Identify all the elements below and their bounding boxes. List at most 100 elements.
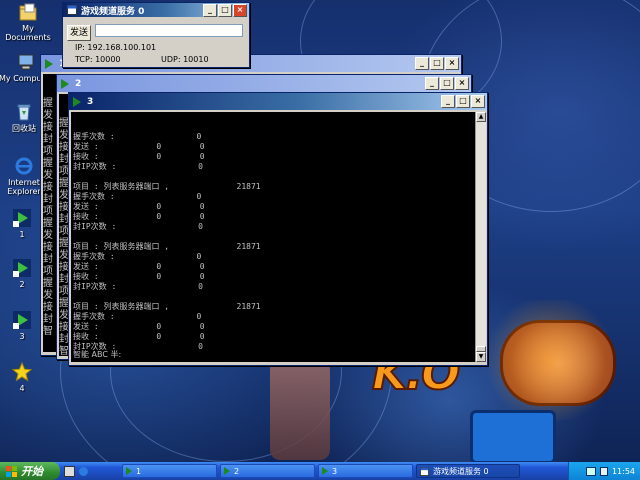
minimize-button[interactable]: _ (203, 3, 217, 17)
close-button[interactable]: × (455, 77, 469, 90)
maximize-button[interactable]: □ (456, 95, 470, 108)
console-line: 发送 : 0 0 (73, 322, 205, 331)
taskbar-item-label: 游戏频道服务 0 (433, 466, 489, 476)
start-label: 开始 (21, 465, 43, 478)
console-line: 项目 : 列表服务器端口 , 21871 (73, 302, 261, 311)
window-title: 3 (87, 96, 94, 107)
desktop-icon-my-documents[interactable]: My Documents (0, 2, 56, 42)
computer-icon (18, 54, 34, 70)
vertical-scrollbar[interactable]: ▲ ▼ (475, 112, 486, 362)
scroll-track[interactable] (476, 122, 486, 346)
wallpaper-starburst (470, 300, 630, 420)
volume-icon[interactable] (599, 466, 608, 476)
maximize-button[interactable]: □ (440, 77, 454, 90)
console-line: 项目 : 列表服务器端口 , 21871 (73, 182, 261, 191)
console-line-fragment: 智 (43, 326, 53, 337)
console-line-fragment: 接 (43, 122, 53, 133)
icon-label: 1 (19, 230, 25, 239)
taskbar-item-2[interactable]: 2 (220, 464, 315, 478)
app-play-icon (73, 96, 81, 107)
taskbar-item-3[interactable]: 3 (318, 464, 413, 478)
taskbar: 开始 1 2 3 游戏频道服务 0 11:54 (0, 462, 640, 480)
console-line: 封IP次数 : 0 (73, 162, 203, 171)
desktop: K.O My Documents My Computer 回收站 Interne… (0, 0, 640, 462)
icon-label: 4 (19, 384, 25, 393)
shortcut-play-icon (13, 259, 31, 277)
console-line-fragment: 接 (43, 242, 53, 253)
windows-logo-icon (6, 465, 17, 477)
icon-label: 2 (19, 280, 25, 289)
app-play-icon (322, 467, 328, 475)
console-line: 接收 : 0 0 (73, 212, 205, 221)
app-play-icon (126, 467, 132, 475)
internet-explorer-icon[interactable] (79, 466, 88, 476)
show-desktop-icon[interactable] (64, 465, 75, 477)
console-line: 接收 : 0 0 (73, 152, 205, 161)
internet-explorer-icon (15, 157, 33, 175)
ime-status-line: 智能 ABC 半: (73, 350, 122, 359)
network-icon[interactable] (585, 466, 596, 476)
console-output: 握手次数 : 0 发送 : 0 0 接收 : 0 0 封IP次数 : 0 项目 : 列… (71, 112, 475, 362)
minimize-button[interactable]: _ (441, 95, 455, 108)
minimize-button[interactable]: _ (415, 57, 429, 70)
shortcut-play-icon (13, 311, 31, 329)
icon-label: 回收站 (12, 124, 36, 133)
console-line-fragment: 握 (43, 278, 53, 289)
desktop-icon-4[interactable]: 4 (0, 362, 50, 393)
console-line: 封IP次数 : 0 (73, 282, 203, 291)
wallpaper-character-legs (270, 360, 330, 460)
console-line: 握手次数 : 0 (73, 192, 202, 201)
tcp-port-label: TCP: 10000 (75, 55, 121, 64)
console-line-fragment: 发 (43, 230, 53, 241)
clock[interactable]: 11:54 (612, 467, 635, 476)
app-play-icon (61, 78, 69, 89)
console-line: 握手次数 : 0 (73, 132, 202, 141)
side-text-column: 握发接封项握发接封项握发接封项握发接封智 (43, 98, 57, 338)
app-play-icon (45, 58, 53, 69)
close-button[interactable]: × (233, 3, 247, 17)
udp-port-label: UDP: 10010 (161, 55, 209, 64)
console-line-fragment: 接 (43, 302, 53, 313)
title-bar[interactable]: 2 _ □ × (57, 75, 471, 92)
minimize-button[interactable]: _ (425, 77, 439, 90)
scroll-down-button[interactable]: ▼ (476, 352, 486, 362)
console-line-fragment: 握 (43, 218, 53, 229)
console-line-fragment: 发 (43, 290, 53, 301)
close-button[interactable]: × (471, 95, 485, 108)
maximize-button[interactable]: □ (218, 3, 232, 17)
title-bar[interactable]: 游戏频道服务 0 _ □ × (63, 3, 249, 17)
console-line: 握手次数 : 0 (73, 312, 202, 321)
taskbar-item-server[interactable]: 游戏频道服务 0 (416, 464, 520, 478)
console-line-fragment: 封 (43, 314, 53, 325)
send-button[interactable]: 发送 (67, 25, 91, 41)
console-line-fragment: 封 (43, 134, 53, 145)
message-input[interactable] (95, 24, 243, 37)
recycle-bin-icon (17, 104, 31, 121)
console-line-fragment: 握 (43, 158, 53, 169)
console-line-fragment: 封 (43, 254, 53, 265)
maximize-button[interactable]: □ (430, 57, 444, 70)
scroll-up-button[interactable]: ▲ (476, 112, 486, 122)
quick-launch (64, 465, 94, 477)
console-line: 接收 : 0 0 (73, 332, 205, 341)
title-bar[interactable]: 3 _ □ × (69, 93, 487, 110)
start-button[interactable]: 开始 (0, 462, 60, 480)
close-button[interactable]: × (445, 57, 459, 70)
wallpaper-glyph-block (470, 410, 556, 462)
taskbar-item-1[interactable]: 1 (122, 464, 217, 478)
console-line-fragment: 发 (43, 170, 53, 181)
console-window-3[interactable]: 3 _ □ × 握手次数 : 0 发送 : 0 0 接收 : 0 0 封IP次数 : … (68, 92, 488, 366)
taskbar-item-label: 1 (136, 466, 142, 476)
system-tray: 11:54 (568, 462, 640, 480)
taskbar-item-label: 2 (234, 466, 240, 476)
app-play-icon (224, 467, 230, 475)
console-line-fragment: 封 (43, 194, 53, 205)
console-line: 握手次数 : 0 (73, 252, 202, 261)
console-line-fragment: 项 (43, 266, 53, 277)
folder-documents-icon (19, 3, 37, 21)
icon-label: 3 (19, 332, 25, 341)
server-window[interactable]: 游戏频道服务 0 _ □ × 发送 IP: 192.168.100.101 TC… (62, 2, 250, 68)
